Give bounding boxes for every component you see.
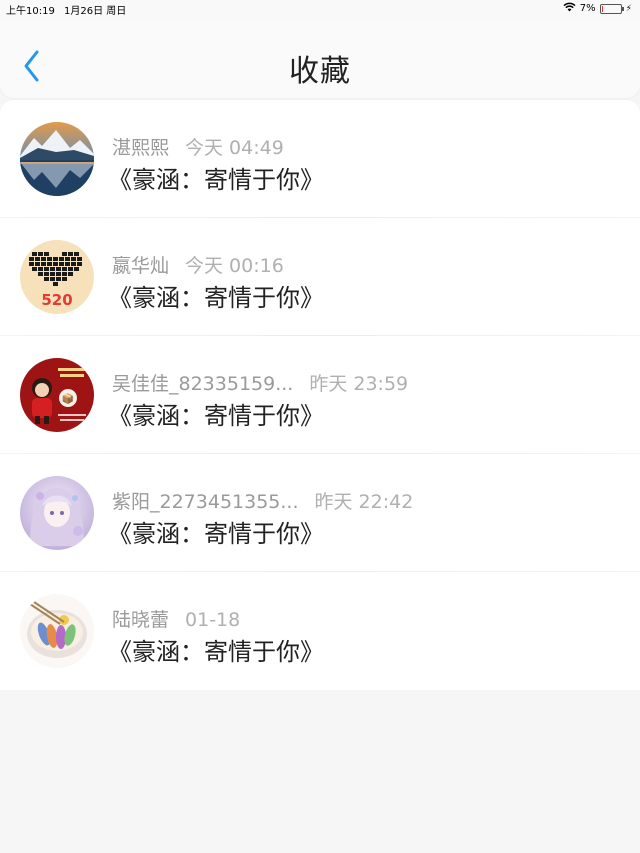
food-bowl-avatar[interactable] bbox=[20, 594, 94, 668]
anime-girl-avatar[interactable] bbox=[20, 476, 94, 550]
item-meta: 陆晓蕾 01-18 bbox=[112, 605, 240, 632]
charging-icon: ⚡ bbox=[625, 3, 632, 14]
item-meta: 紫阳_2273451355... 昨天 22:42 bbox=[112, 487, 413, 514]
status-time: 上午10:19 bbox=[6, 6, 55, 17]
page-title: 收藏 bbox=[289, 54, 351, 89]
item-content: 《豪涵：寄情于你》 bbox=[108, 520, 324, 548]
wifi-icon bbox=[563, 2, 576, 15]
red-poster-avatar[interactable]: 📦 bbox=[20, 358, 94, 432]
status-left: 上午10:19 1月26日 周日 bbox=[6, 2, 132, 17]
item-time: 01-18 bbox=[185, 609, 241, 631]
battery-icon bbox=[599, 3, 624, 14]
item-meta: 湛熙熙 今天 04:49 bbox=[112, 133, 284, 160]
item-time: 今天 04:49 bbox=[185, 137, 284, 159]
list-item[interactable]: 湛熙熙 今天 04:49 《豪涵：寄情于你》 bbox=[0, 100, 640, 218]
list-item[interactable]: 陆晓蕾 01-18 《豪涵：寄情于你》 bbox=[0, 572, 640, 690]
item-content: 《豪涵：寄情于你》 bbox=[108, 402, 324, 430]
sender-name: 湛熙熙 bbox=[112, 137, 170, 159]
battery-percent: 7% bbox=[579, 3, 596, 14]
nav-bar: 收藏 bbox=[0, 18, 640, 98]
list-item[interactable]: 520 嬴华灿 今天 00:16 《豪涵：寄情于你》 bbox=[0, 218, 640, 336]
status-right: 7% ⚡ bbox=[563, 2, 632, 15]
item-meta: 吴佳佳_82335159... 昨天 23:59 bbox=[112, 369, 408, 396]
svg-text:📦: 📦 bbox=[62, 392, 74, 405]
status-date: 1月26日 周日 bbox=[64, 6, 127, 17]
favorites-list: 湛熙熙 今天 04:49 《豪涵：寄情于你》 520 嬴华灿 今天 00:16 … bbox=[0, 100, 640, 690]
list-item[interactable]: 📦 吴佳佳_82335159... 昨天 23:59 《豪涵：寄情于你》 bbox=[0, 336, 640, 454]
status-bar: 上午10:19 1月26日 周日 7% ⚡ bbox=[0, 0, 640, 18]
sender-name: 吴佳佳_82335159... bbox=[112, 373, 294, 395]
sender-name: 紫阳_2273451355... bbox=[112, 491, 299, 513]
item-time: 昨天 22:42 bbox=[314, 491, 414, 513]
item-time: 今天 00:16 bbox=[185, 255, 284, 277]
item-content: 《豪涵：寄情于你》 bbox=[108, 166, 324, 194]
list-item[interactable]: 紫阳_2273451355... 昨天 22:42 《豪涵：寄情于你》 bbox=[0, 454, 640, 572]
mountain-lake-avatar[interactable] bbox=[20, 122, 94, 196]
item-meta: 嬴华灿 今天 00:16 bbox=[112, 251, 284, 278]
battery-fill bbox=[601, 5, 603, 12]
sender-name: 陆晓蕾 bbox=[112, 609, 170, 631]
sender-name: 嬴华灿 bbox=[112, 255, 170, 277]
item-time: 昨天 23:59 bbox=[309, 373, 409, 395]
svg-text:520: 520 bbox=[41, 291, 72, 309]
pixel-heart-520-avatar[interactable]: 520 bbox=[20, 240, 94, 314]
item-content: 《豪涵：寄情于你》 bbox=[108, 638, 324, 666]
item-content: 《豪涵：寄情于你》 bbox=[108, 284, 324, 312]
